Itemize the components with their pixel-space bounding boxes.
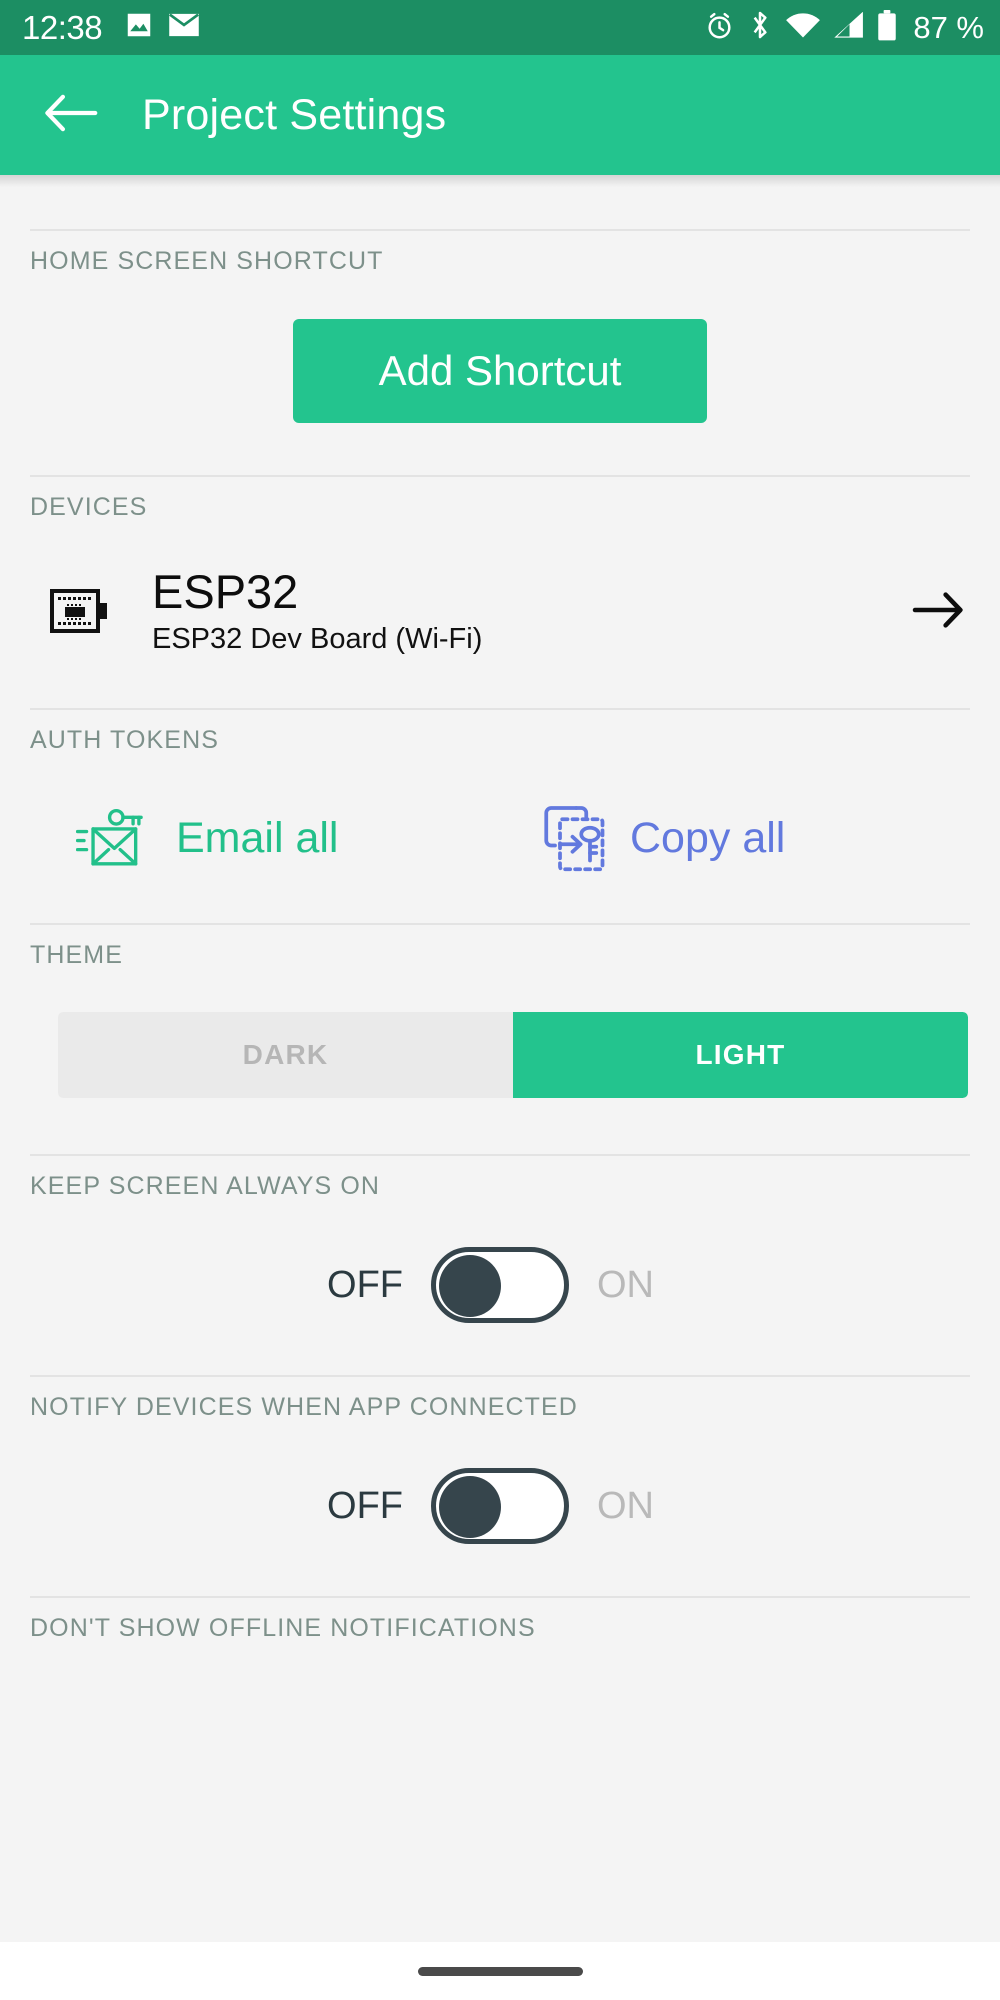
- section-theme-header: THEME: [30, 923, 970, 970]
- section-devices: DEVICES ESP32 ESP32 Dev Board (Wi-Fi): [0, 475, 1000, 668]
- device-row-esp32[interactable]: ESP32 ESP32 Dev Board (Wi-Fi): [0, 556, 1000, 668]
- bluetooth-icon: [748, 9, 772, 46]
- arrow-left-icon: [43, 92, 99, 139]
- section-auth-tokens: AUTH TOKENS Email all Copy all: [0, 708, 1000, 873]
- email-all-label: Email all: [176, 813, 339, 862]
- system-navigation-bar: [0, 1942, 1000, 2000]
- alarm-icon: [704, 10, 735, 46]
- section-keep-screen-on: KEEP SCREEN ALWAYS ON OFF ON: [0, 1154, 1000, 1323]
- notify-devices-on-label: ON: [597, 1485, 654, 1527]
- section-notify-devices: NOTIFY DEVICES WHEN APP CONNECTED OFF ON: [0, 1375, 1000, 1544]
- theme-option-light[interactable]: LIGHT: [513, 1012, 968, 1098]
- status-bar-system-icons: 87 %: [704, 9, 984, 46]
- home-gesture-pill[interactable]: [417, 1966, 583, 1976]
- section-offline-notifications: DON'T SHOW OFFLINE NOTIFICATIONS: [0, 1596, 1000, 1643]
- status-bar-notification-icons: [124, 10, 200, 45]
- notify-devices-off-label: OFF: [327, 1485, 403, 1527]
- section-home-shortcut: HOME SCREEN SHORTCUT Add Shortcut: [0, 229, 1000, 423]
- auth-token-actions: Email all Copy all: [0, 803, 1000, 873]
- section-auth-tokens-header: AUTH TOKENS: [30, 708, 970, 755]
- mail-key-icon: [76, 807, 154, 869]
- section-label-theme: THEME: [30, 941, 123, 969]
- battery-icon: [877, 9, 897, 46]
- section-theme: THEME DARK LIGHT: [0, 923, 1000, 1098]
- device-open-button[interactable]: [908, 590, 964, 635]
- section-label-home-shortcut: HOME SCREEN SHORTCUT: [30, 247, 384, 275]
- keep-screen-on-toggle-row: OFF ON: [0, 1247, 1000, 1323]
- notify-devices-toggle-row: OFF ON: [0, 1468, 1000, 1544]
- phone-screen: 12:38 87 % Project Settings HOME SCREEN …: [0, 0, 1000, 2000]
- section-keep-screen-on-header: KEEP SCREEN ALWAYS ON: [30, 1154, 970, 1201]
- device-name: ESP32: [152, 565, 299, 619]
- status-bar: 12:38 87 %: [0, 0, 1000, 55]
- switch-knob: [439, 1476, 501, 1538]
- envelope-icon: [168, 11, 200, 44]
- section-notify-devices-header: NOTIFY DEVICES WHEN APP CONNECTED: [30, 1375, 970, 1422]
- keep-screen-on-on-label: ON: [597, 1264, 654, 1306]
- add-shortcut-row: Add Shortcut: [0, 319, 1000, 423]
- app-bar-shadow: [0, 175, 1000, 187]
- email-all-button[interactable]: Email all: [34, 803, 500, 873]
- copy-all-label: Copy all: [630, 813, 786, 862]
- add-shortcut-button[interactable]: Add Shortcut: [293, 319, 707, 423]
- notify-devices-switch[interactable]: [431, 1468, 569, 1544]
- keep-screen-on-off-label: OFF: [327, 1264, 403, 1306]
- arrow-right-icon: [912, 590, 964, 635]
- copy-all-button[interactable]: Copy all: [500, 803, 966, 873]
- section-label-offline-notifications: DON'T SHOW OFFLINE NOTIFICATIONS: [30, 1614, 536, 1642]
- keep-screen-on-switch[interactable]: [431, 1247, 569, 1323]
- back-button[interactable]: [38, 82, 104, 148]
- dev-board-icon: [48, 585, 122, 639]
- section-label-auth-tokens: AUTH TOKENS: [30, 726, 219, 754]
- switch-knob: [439, 1255, 501, 1317]
- section-home-shortcut-header: HOME SCREEN SHORTCUT: [30, 229, 970, 276]
- section-label-devices: DEVICES: [30, 493, 148, 521]
- photo-icon: [124, 10, 154, 45]
- cell-signal-icon: [834, 11, 864, 44]
- section-label-notify-devices: NOTIFY DEVICES WHEN APP CONNECTED: [30, 1393, 578, 1421]
- section-offline-notifications-header: DON'T SHOW OFFLINE NOTIFICATIONS: [30, 1596, 970, 1643]
- section-label-keep-screen-on: KEEP SCREEN ALWAYS ON: [30, 1172, 381, 1200]
- device-text-block: ESP32 ESP32 Dev Board (Wi-Fi): [152, 565, 908, 656]
- wifi-icon: [785, 12, 821, 44]
- status-bar-clock: 12:38: [22, 9, 103, 46]
- app-bar: Project Settings: [0, 55, 1000, 175]
- theme-option-dark[interactable]: DARK: [58, 1012, 513, 1098]
- section-devices-header: DEVICES: [30, 475, 970, 522]
- page-title: Project Settings: [142, 90, 447, 139]
- copy-key-icon: [542, 803, 608, 873]
- device-subtitle: ESP32 Dev Board (Wi-Fi): [152, 622, 483, 655]
- theme-segmented-control: DARK LIGHT: [58, 1012, 968, 1098]
- settings-list: HOME SCREEN SHORTCUT Add Shortcut DEVICE…: [0, 187, 1000, 1942]
- battery-percent-label: 87 %: [913, 10, 984, 45]
